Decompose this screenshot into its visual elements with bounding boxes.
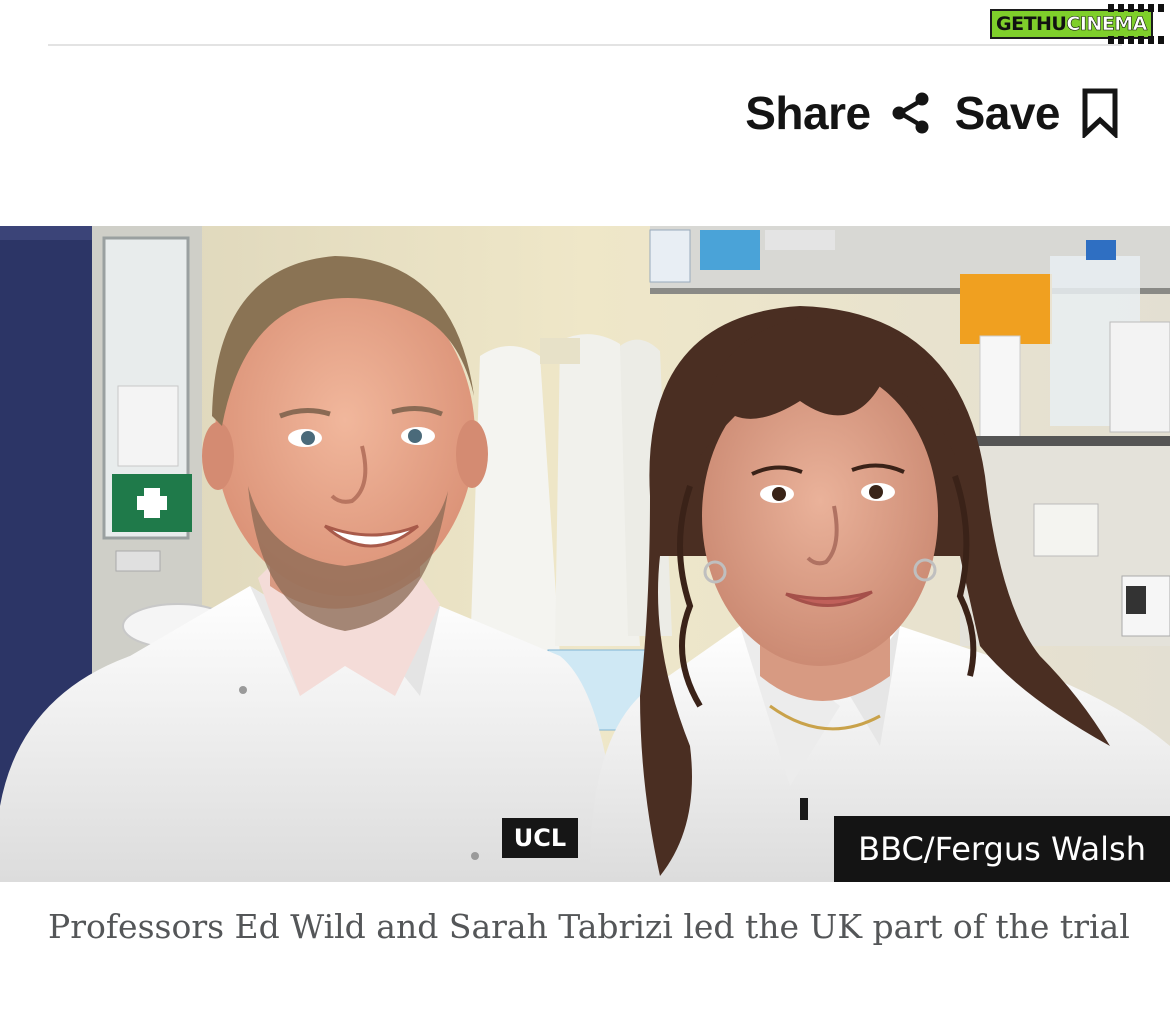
coat-logo-text: UCL [514,824,566,852]
share-icon [892,92,929,134]
share-label: Share [745,87,871,139]
article-photo: UCL BBC/Fergus Walsh [0,226,1170,882]
image-caption: Professors Ed Wild and Sarah Tabrizi led… [48,907,1130,946]
bookmark-icon [1082,88,1118,138]
share-button[interactable]: Share [745,86,932,140]
watermark-logo: GETHU CINEMA [990,4,1168,44]
save-label: Save [954,87,1061,139]
save-button[interactable]: Save [955,86,1120,140]
headline-clipped [48,0,978,10]
header-divider [48,44,1122,46]
article-page: GETHU CINEMA Share Save UCL BBC/Fergus W… [0,0,1170,1022]
article-toolbar: Share Save [745,86,1120,140]
image-credit: BBC/Fergus Walsh [834,816,1170,882]
lab-photo-illustration: UCL [0,226,1170,882]
watermark-text-1: GETHU [996,13,1067,35]
watermark-text-2: CINEMA [1066,13,1148,36]
